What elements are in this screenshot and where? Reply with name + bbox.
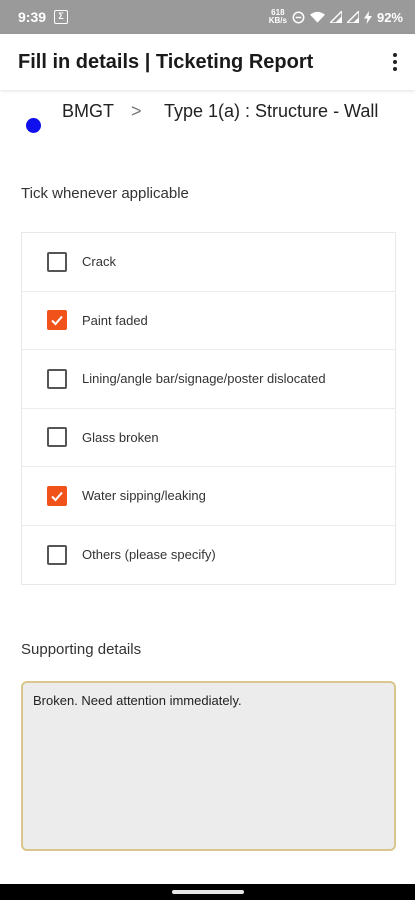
signal-icon (329, 11, 342, 23)
checklist-item-label: Lining/angle bar/signage/poster dislocat… (82, 371, 326, 387)
home-handle[interactable] (172, 890, 244, 894)
checklist-item[interactable]: Glass broken (22, 409, 395, 467)
chevron-right-icon: > (131, 101, 142, 121)
checklist-item[interactable]: Paint faded (22, 292, 395, 350)
wifi-icon (309, 11, 325, 23)
check-icon (51, 316, 63, 326)
navigation-bar (0, 884, 415, 900)
checklist-item[interactable]: Lining/angle bar/signage/poster dislocat… (22, 350, 395, 409)
supporting-details-heading: Supporting details (21, 641, 142, 658)
checkbox[interactable] (47, 427, 67, 448)
checklist-heading: Tick whenever applicable (21, 185, 189, 202)
status-bar: 9:39 Σ 618 KB/s 92% (0, 0, 415, 34)
checklist-item[interactable]: Others (please specify) (22, 526, 395, 585)
breadcrumb-current: Type 1(a) : Structure - Wall (164, 101, 379, 121)
check-icon (51, 491, 63, 502)
supporting-details-textarea[interactable]: Broken. Need attention immediately. (21, 681, 396, 851)
checklist-item-label: Crack (82, 254, 116, 270)
notification-icon: Σ (54, 10, 69, 24)
breadcrumb-root[interactable]: BMGT (62, 101, 114, 122)
checklist-item-label: Others (please specify) (82, 547, 216, 563)
checklist-item-label: Water sipping/leaking (82, 488, 206, 504)
checkbox[interactable] (47, 368, 67, 389)
checklist-item-label: Paint faded (82, 312, 148, 328)
checklist-item[interactable]: Crack (22, 233, 395, 292)
breadcrumb: BMGT > Type 1(a) : Structure - Wall (0, 96, 415, 136)
dnd-icon (292, 11, 305, 24)
app-bar: Fill in details | Ticketing Report (0, 34, 415, 90)
status-icons: 618 KB/s 92% (269, 9, 403, 25)
checklist-item[interactable]: Water sipping/leaking (22, 467, 395, 526)
signal-icon (346, 11, 359, 23)
checkbox[interactable] (47, 544, 67, 565)
checkbox[interactable] (47, 310, 67, 331)
status-dot (26, 118, 41, 133)
network-speed: 618 KB/s (269, 9, 287, 25)
more-options-icon[interactable] (389, 50, 401, 74)
checklist-item-label: Glass broken (82, 429, 159, 445)
page-title: Fill in details | Ticketing Report (18, 50, 314, 73)
checkbox[interactable] (47, 251, 67, 272)
network-speed-unit: KB/s (268, 16, 287, 25)
checkbox[interactable] (47, 485, 67, 506)
status-time: 9:39 (18, 9, 47, 25)
charging-icon (363, 10, 372, 24)
checklist: Crack Paint faded Lining/angle bar/signa… (21, 232, 396, 585)
battery-level: 92% (376, 9, 403, 25)
